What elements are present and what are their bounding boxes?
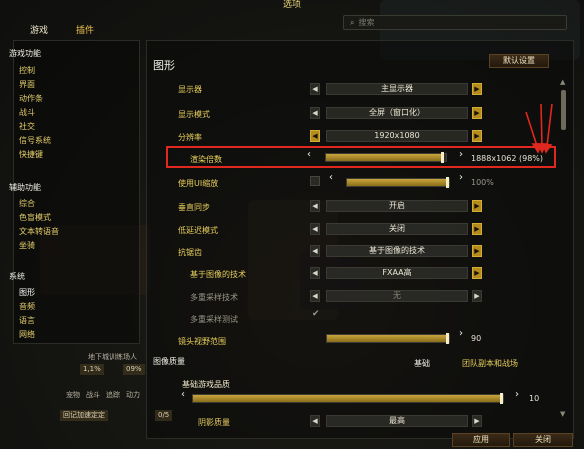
annotation-arrows-icon	[525, 103, 553, 154]
options-window: 选项 游戏 插件 ⌕ 搜索 游戏功能 控制 界面 动作条 战斗 社交 信号系统 快…	[0, 0, 584, 449]
